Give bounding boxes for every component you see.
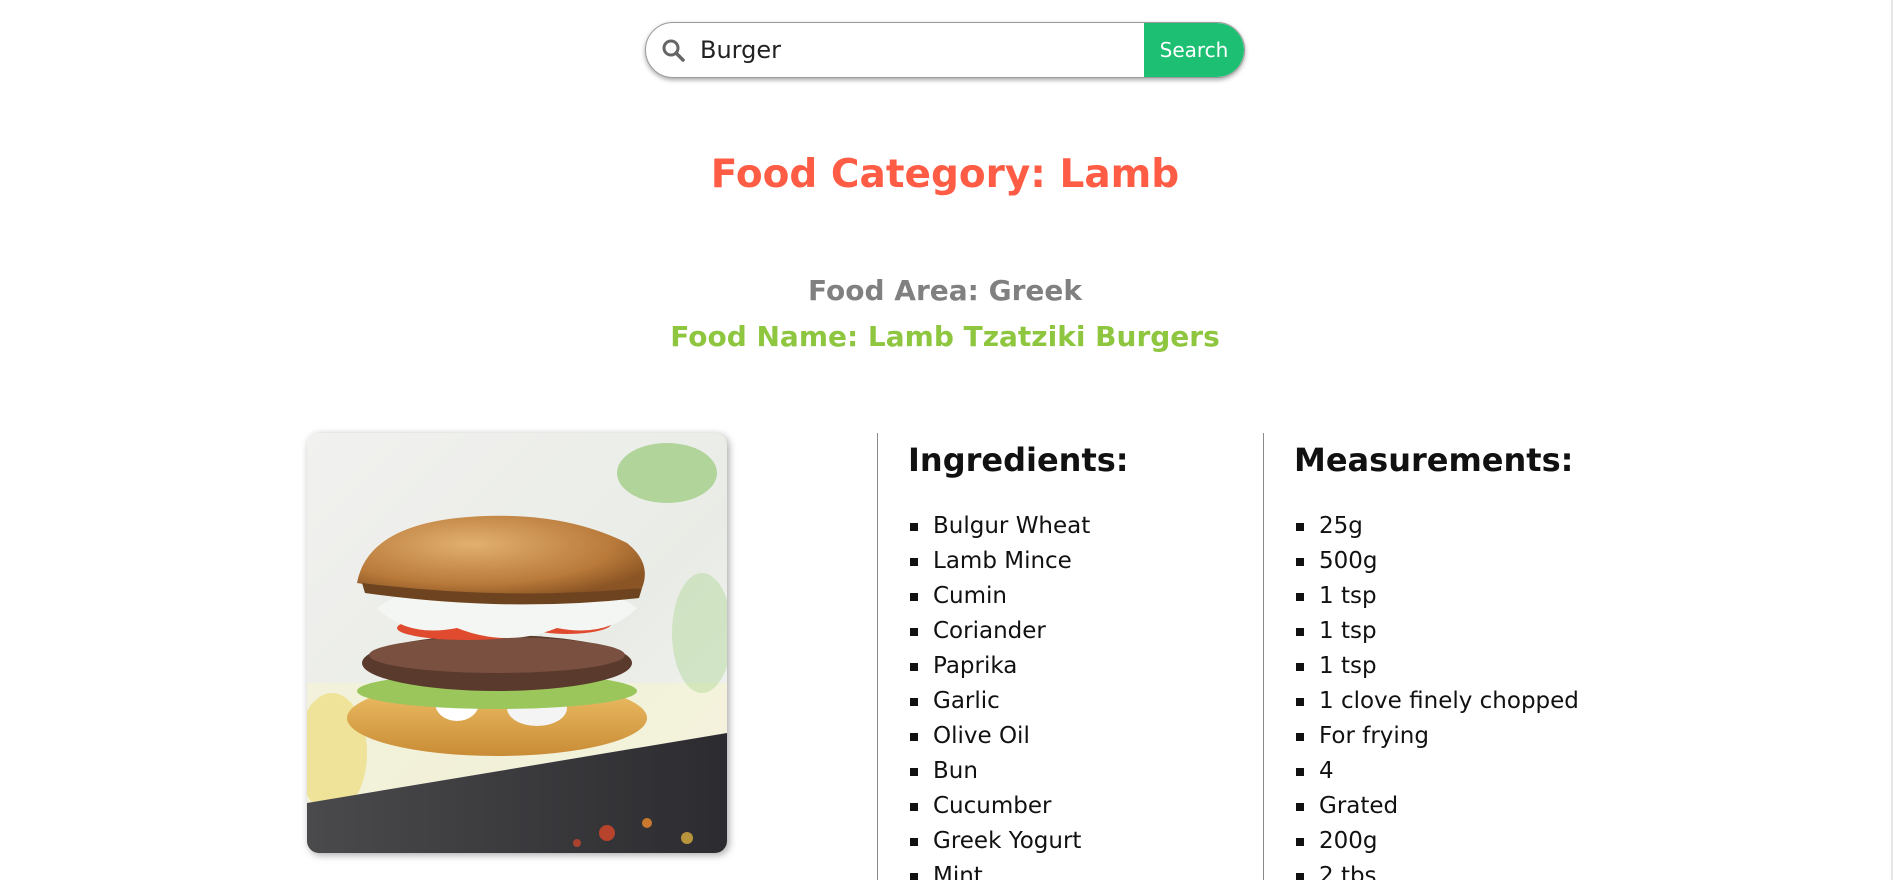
ingredient-item: Olive Oil <box>908 719 1262 754</box>
search-input[interactable] <box>700 23 1144 77</box>
measurements-list: 25g 500g 1 tsp 1 tsp 1 tsp 1 clove finel… <box>1294 509 1683 880</box>
ingredient-item: Garlic <box>908 684 1262 719</box>
search-button[interactable]: Search <box>1144 23 1244 77</box>
ingredient-item: Cucumber <box>908 789 1262 824</box>
measurement-item: 1 tsp <box>1294 579 1683 614</box>
measurement-item: 1 tsp <box>1294 614 1683 649</box>
food-area-heading: Food Area: Greek <box>808 274 1082 307</box>
food-image <box>307 433 727 853</box>
ingredient-item: Paprika <box>908 649 1262 684</box>
ingredient-item: Mint <box>908 859 1262 880</box>
measurement-item: 200g <box>1294 824 1683 859</box>
measurement-item: 500g <box>1294 544 1683 579</box>
measurement-item: Grated <box>1294 789 1683 824</box>
ingredient-item: Coriander <box>908 614 1262 649</box>
food-category-heading: Food Category: Lamb <box>710 152 1180 197</box>
ingredients-list: Bulgur Wheat Lamb Mince Cumin Coriander … <box>908 509 1262 880</box>
food-name-heading: Food Name: Lamb Tzatziki Burgers <box>670 320 1220 353</box>
measurement-item: For frying <box>1294 719 1683 754</box>
ingredients-heading: Ingredients: <box>908 441 1129 479</box>
search-bar: Search <box>645 22 1245 78</box>
ingredient-item: Cumin <box>908 579 1262 614</box>
ingredient-item: Bun <box>908 754 1262 789</box>
measurement-item: 1 clove finely chopped <box>1294 684 1683 719</box>
recipe-page: Search Food Category: Lamb Food Area: Gr… <box>0 0 1893 880</box>
measurements-column: Measurements: 25g 500g 1 tsp 1 tsp 1 tsp… <box>1263 433 1683 880</box>
ingredients-column: Ingredients: Bulgur Wheat Lamb Mince Cum… <box>877 433 1262 880</box>
measurements-heading: Measurements: <box>1294 441 1574 479</box>
ingredient-item: Greek Yogurt <box>908 824 1262 859</box>
measurement-item: 1 tsp <box>1294 649 1683 684</box>
measurement-item: 4 <box>1294 754 1683 789</box>
ingredient-item: Bulgur Wheat <box>908 509 1262 544</box>
measurement-item: 25g <box>1294 509 1683 544</box>
search-icon <box>660 37 686 63</box>
ingredient-item: Lamb Mince <box>908 544 1262 579</box>
measurement-item: 2 tbs <box>1294 859 1683 880</box>
